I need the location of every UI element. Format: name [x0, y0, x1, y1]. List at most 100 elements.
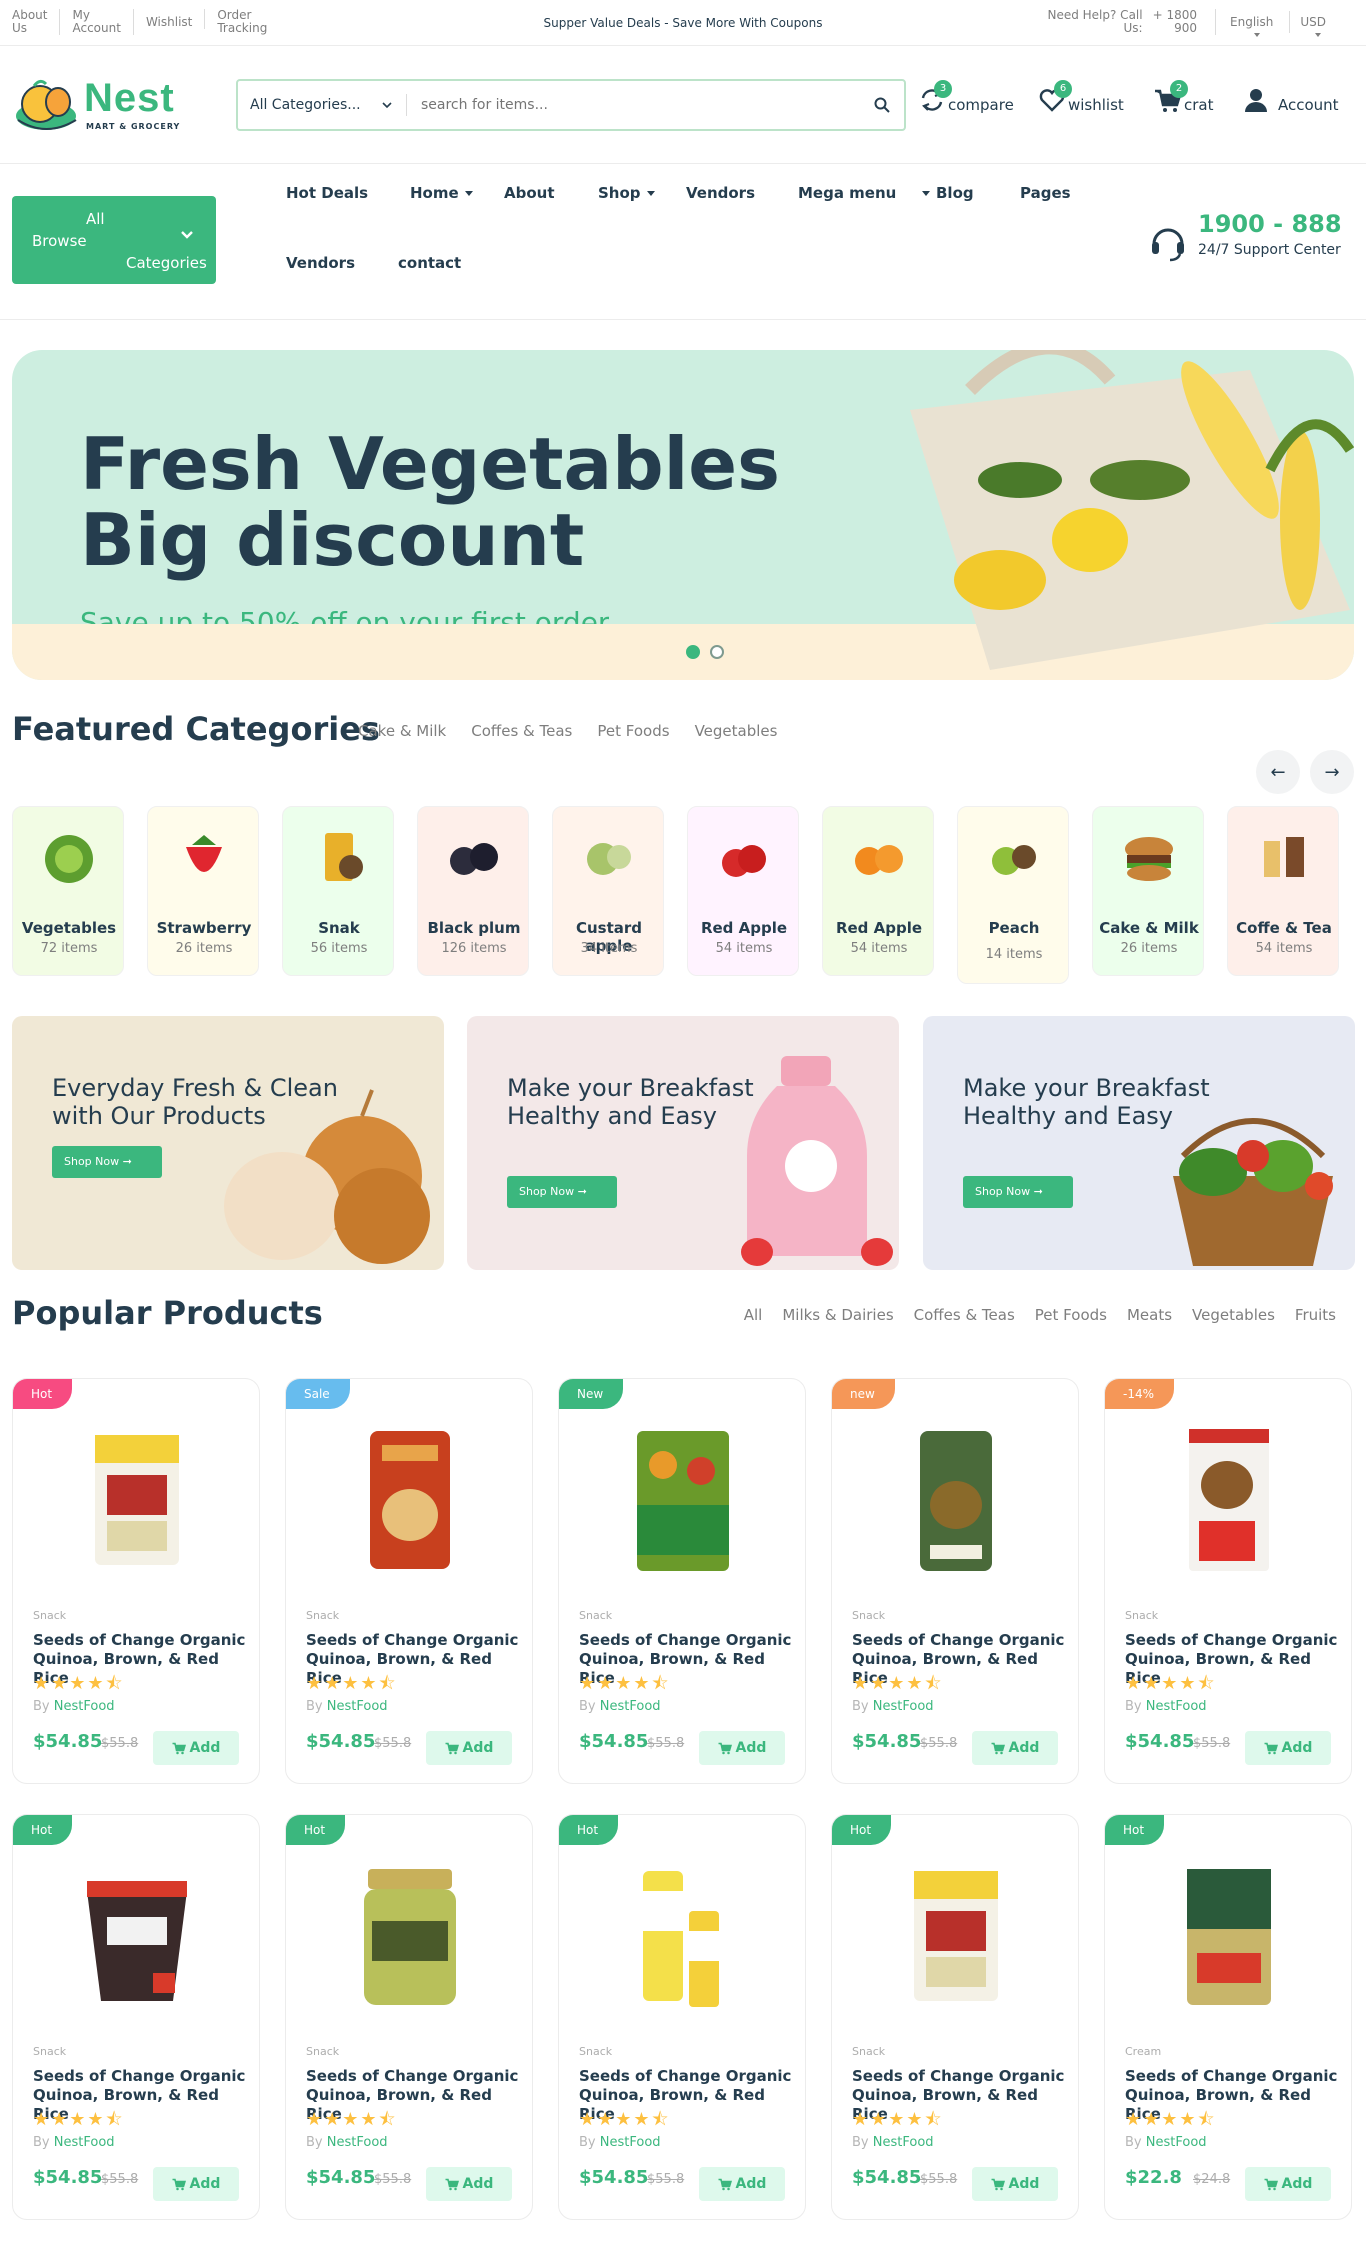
add-to-cart-button[interactable]: Add	[153, 2167, 239, 2201]
product-card[interactable]: Hot Snack Seeds of Change Organic Quinoa, B…	[285, 1814, 533, 2220]
popular-tab[interactable]: Coffes & Teas	[914, 1306, 1015, 1324]
browse-categories-button[interactable]: All Browse Categories	[12, 196, 216, 284]
add-to-cart-button[interactable]: Add	[972, 1731, 1058, 1765]
vendor-link[interactable]: NestFood	[600, 1699, 661, 1714]
product-card[interactable]: -14% Snack Seeds of Change Organic Quinoa, …	[1104, 1378, 1352, 1784]
add-to-cart-button[interactable]: Add	[699, 2167, 785, 2201]
product-image[interactable]	[77, 1861, 197, 2011]
add-to-cart-button[interactable]: Add	[1245, 1731, 1331, 1765]
product-image[interactable]	[1169, 1425, 1289, 1575]
carousel-dot-2[interactable]	[710, 645, 724, 659]
product-category[interactable]: Snack	[33, 2045, 66, 2058]
logo[interactable]: Nest MART & GROCERY	[12, 76, 192, 136]
product-image[interactable]	[350, 1425, 470, 1575]
product-image[interactable]	[350, 1861, 470, 2011]
product-card[interactable]: Sale Snack Seeds of Change Organic Quinoa, …	[285, 1378, 533, 1784]
nav-mega-menu[interactable]: Mega menu	[798, 184, 931, 202]
category-card[interactable]: Strawberry 26 items	[147, 806, 259, 976]
featured-tab[interactable]: Cake & Milk	[358, 722, 446, 740]
featured-tab[interactable]: Pet Foods	[597, 722, 669, 740]
prev-arrow-button[interactable]: ←	[1256, 750, 1300, 794]
wishlist-button[interactable]: 6 wishlist	[1038, 80, 1124, 114]
product-category[interactable]: Snack	[579, 1609, 612, 1622]
shop-now-button[interactable]: Shop Now ➞	[963, 1176, 1073, 1208]
product-card[interactable]: new Snack Seeds of Change Organic Quinoa, B…	[831, 1378, 1079, 1784]
featured-tab[interactable]: Coffes & Teas	[471, 722, 572, 740]
product-card[interactable]: Hot Snack Seeds of Change Organic Quinoa, B…	[558, 1814, 806, 2220]
nav-shop[interactable]: Shop	[598, 184, 655, 202]
featured-tab[interactable]: Vegetables	[695, 722, 778, 740]
product-category[interactable]: Snack	[33, 1609, 66, 1622]
category-card[interactable]: Snak 56 items	[282, 806, 394, 976]
product-image[interactable]	[623, 1425, 743, 1575]
vendor-link[interactable]: NestFood	[600, 2135, 661, 2150]
carousel-dot-1[interactable]	[686, 645, 700, 659]
add-to-cart-button[interactable]: Add	[972, 2167, 1058, 2201]
add-to-cart-button[interactable]: Add	[426, 1731, 512, 1765]
product-category[interactable]: Snack	[306, 2045, 339, 2058]
search-button[interactable]	[860, 83, 904, 127]
product-card[interactable]: Hot Snack Seeds of Change Organic Quinoa, B…	[12, 1814, 260, 2220]
cart-button[interactable]: 2 crat	[1154, 80, 1214, 114]
nav-home[interactable]: Home	[410, 184, 473, 202]
category-count: 26 items	[1120, 941, 1178, 956]
popular-tab[interactable]: Vegetables	[1192, 1306, 1275, 1324]
add-to-cart-button[interactable]: Add	[1245, 2167, 1331, 2201]
nav-contact[interactable]: contact	[398, 254, 461, 272]
popular-tab[interactable]: Fruits	[1295, 1306, 1336, 1324]
product-image[interactable]	[1169, 1861, 1289, 2011]
category-card[interactable]: Vegetables 72 items	[12, 806, 124, 976]
compare-button[interactable]: 3 compare	[918, 80, 1014, 114]
nav-vendors-2[interactable]: Vendors	[286, 254, 355, 272]
vendor-link[interactable]: NestFood	[873, 2135, 934, 2150]
product-category[interactable]: Snack	[579, 2045, 612, 2058]
product-image[interactable]	[623, 1861, 743, 2011]
category-card[interactable]: Cake & Milk 26 items	[1092, 806, 1204, 976]
category-card[interactable]: Peach 14 items	[957, 806, 1069, 984]
shop-now-button[interactable]: Shop Now ➞	[507, 1176, 617, 1208]
product-category[interactable]: Cream	[1125, 2045, 1161, 2058]
category-card[interactable]: Red Apple 54 items	[687, 806, 799, 976]
product-image[interactable]	[77, 1425, 197, 1575]
product-image[interactable]	[896, 1861, 1016, 2011]
language-select[interactable]: English	[1230, 9, 1283, 37]
nav-blog[interactable]: Blog	[936, 184, 974, 202]
search-input[interactable]	[407, 97, 860, 113]
account-button[interactable]: Account	[1242, 86, 1339, 114]
vendor-link[interactable]: NestFood	[54, 1699, 115, 1714]
product-category[interactable]: Snack	[1125, 1609, 1158, 1622]
category-card[interactable]: Coffe & Tea 54 items	[1227, 806, 1339, 976]
nav-pages[interactable]: Pages	[1020, 184, 1071, 202]
vendor-link[interactable]: NestFood	[54, 2135, 115, 2150]
popular-tab[interactable]: Meats	[1127, 1306, 1172, 1324]
next-arrow-button[interactable]: →	[1310, 750, 1354, 794]
product-card[interactable]: Hot Cream Seeds of Change Organic Quinoa, B…	[1104, 1814, 1352, 2220]
add-to-cart-button[interactable]: Add	[426, 2167, 512, 2201]
product-image[interactable]	[896, 1425, 1016, 1575]
nav-about[interactable]: About	[504, 184, 555, 202]
vendor-link[interactable]: NestFood	[1146, 1699, 1207, 1714]
nav-hot-deals[interactable]: Hot Deals	[286, 184, 368, 202]
category-card[interactable]: Black plum 126 items	[417, 806, 529, 976]
add-to-cart-button[interactable]: Add	[699, 1731, 785, 1765]
product-category[interactable]: Snack	[852, 2045, 885, 2058]
popular-tab[interactable]: All	[744, 1306, 763, 1324]
vendor-link[interactable]: NestFood	[873, 1699, 934, 1714]
product-category[interactable]: Snack	[852, 1609, 885, 1622]
add-to-cart-button[interactable]: Add	[153, 1731, 239, 1765]
product-card[interactable]: New Snack Seeds of Change Organic Quinoa, B…	[558, 1378, 806, 1784]
product-card[interactable]: Hot Snack Seeds of Change Organic Quinoa, B…	[831, 1814, 1079, 2220]
nav-vendors[interactable]: Vendors	[686, 184, 755, 202]
product-category[interactable]: Snack	[306, 1609, 339, 1622]
vendor-link[interactable]: NestFood	[1146, 2135, 1207, 2150]
popular-tab[interactable]: Milks & Dairies	[782, 1306, 893, 1324]
category-card[interactable]: Custard apple 34 items	[552, 806, 664, 976]
shop-now-button[interactable]: Shop Now ➞	[52, 1146, 162, 1178]
currency-select[interactable]: USD	[1300, 9, 1336, 37]
vendor-link[interactable]: NestFood	[327, 2135, 388, 2150]
vendor-link[interactable]: NestFood	[327, 1699, 388, 1714]
category-select[interactable]: All Categories...	[238, 97, 406, 113]
product-card[interactable]: Hot Snack Seeds of Change Organic Quinoa, B…	[12, 1378, 260, 1784]
popular-tab[interactable]: Pet Foods	[1035, 1306, 1107, 1324]
category-card[interactable]: Red Apple 54 items	[822, 806, 934, 976]
